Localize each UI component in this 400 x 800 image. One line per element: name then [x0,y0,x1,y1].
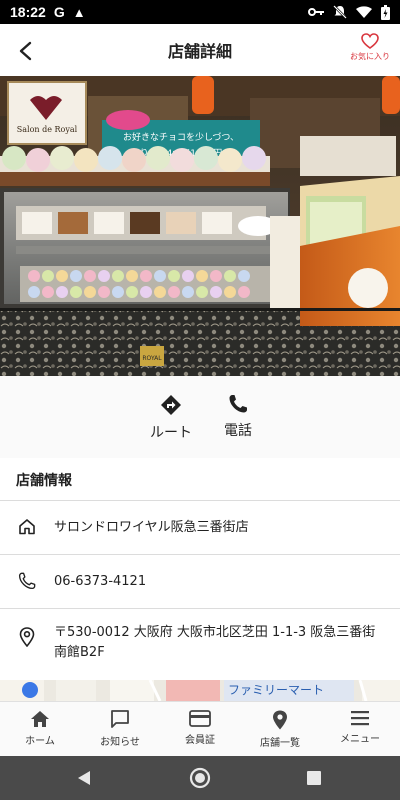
system-back-button[interactable] [62,756,106,800]
favorite-button[interactable]: お気に入り [348,33,392,62]
phone-icon [229,395,247,413]
app-bar: 店舗詳細 お気に入り [0,24,400,76]
nav-store-list[interactable]: 店舗一覧 [240,702,320,756]
location-outline-icon [19,627,35,647]
triangle-back-icon [78,771,90,785]
nav-member-card-label: 会員証 [185,735,215,746]
nav-home-label: ホーム [25,736,55,747]
system-home-button[interactable] [178,756,222,800]
store-address: 〒530-0012 大阪府 大阪市北区芝田 1-1-3 阪急三番街南館B2F [54,625,376,660]
store-photo: Salon de Royal お好きなチョコを少しづつ、 よりどり4つで1050… [0,76,400,376]
nav-menu[interactable]: メニュー [320,702,400,756]
nav-news-label: お知らせ [100,737,140,748]
google-icon: G [53,4,65,20]
warning-icon: ▲ [72,4,86,20]
message-icon [111,710,129,728]
nav-menu-label: メニュー [340,734,380,745]
battery-icon [381,4,390,20]
action-row: ルート 電話 [0,376,400,458]
back-button[interactable] [12,38,38,64]
brand-plaque: Salon de Royal [17,125,78,134]
card-icon [189,710,211,727]
store-phone: 06-6373-4121 [54,574,147,589]
store-name-row: サロンドロワイヤル阪急三番街店 [0,500,400,554]
store-info-list: サロンドロワイヤル阪急三番街店 06-6373-4121 〒530-0012 大… [0,500,400,680]
system-recents-button[interactable] [292,756,336,800]
phone-outline-icon [18,572,36,590]
square-recents-icon [307,771,321,785]
arrow-back-icon [19,41,32,61]
nav-home[interactable]: ホーム [0,702,80,756]
nav-news[interactable]: お知らせ [80,702,160,756]
circle-home-icon [189,767,211,789]
phone-label: 電話 [224,423,252,439]
location-pin-icon [273,710,287,730]
menu-icon [351,711,369,726]
favorite-label: お気に入り [350,52,390,61]
store-name: サロンドロワイヤル阪急三番街店 [54,520,249,535]
store-phone-row[interactable]: 06-6373-4121 [0,554,400,608]
bottom-nav: ホーム お知らせ 会員証 店舗一覧 メニュー [0,701,400,756]
phone-button[interactable]: 電話 [214,394,262,440]
map-illustration [0,680,400,701]
route-button[interactable]: ルート [146,394,196,442]
route-label: ルート [150,425,192,441]
wifi-icon [356,5,372,18]
system-nav-bar [0,756,400,800]
store-address-row: 〒530-0012 大阪府 大阪市北区芝田 1-1-3 阪急三番街南館B2F [0,608,400,680]
map-view[interactable]: ファミリーマート [0,680,400,701]
status-time: 18:22 [10,4,46,20]
status-bar: 18:22 G ▲ [0,0,400,24]
bell-off-icon [333,5,347,19]
heart-icon [361,33,379,49]
store-info-heading: 店舗情報 [16,473,72,489]
directions-icon [161,395,181,415]
home-icon [31,711,49,727]
store-photo-illustration: Salon de Royal お好きなチョコを少しづつ、 よりどり4つで1050… [0,76,400,376]
nav-member-card[interactable]: 会員証 [160,702,240,756]
svg-text:お好きなチョコを少しづつ、: お好きなチョコを少しづつ、 [123,131,239,143]
home-outline-icon [19,519,35,535]
page-title: 店舗詳細 [167,42,232,61]
crown-logo: ROYAL [142,355,162,362]
key-icon [308,8,324,16]
map-poi-label: ファミリーマート [228,683,325,697]
nav-store-list-label: 店舗一覧 [260,738,300,749]
